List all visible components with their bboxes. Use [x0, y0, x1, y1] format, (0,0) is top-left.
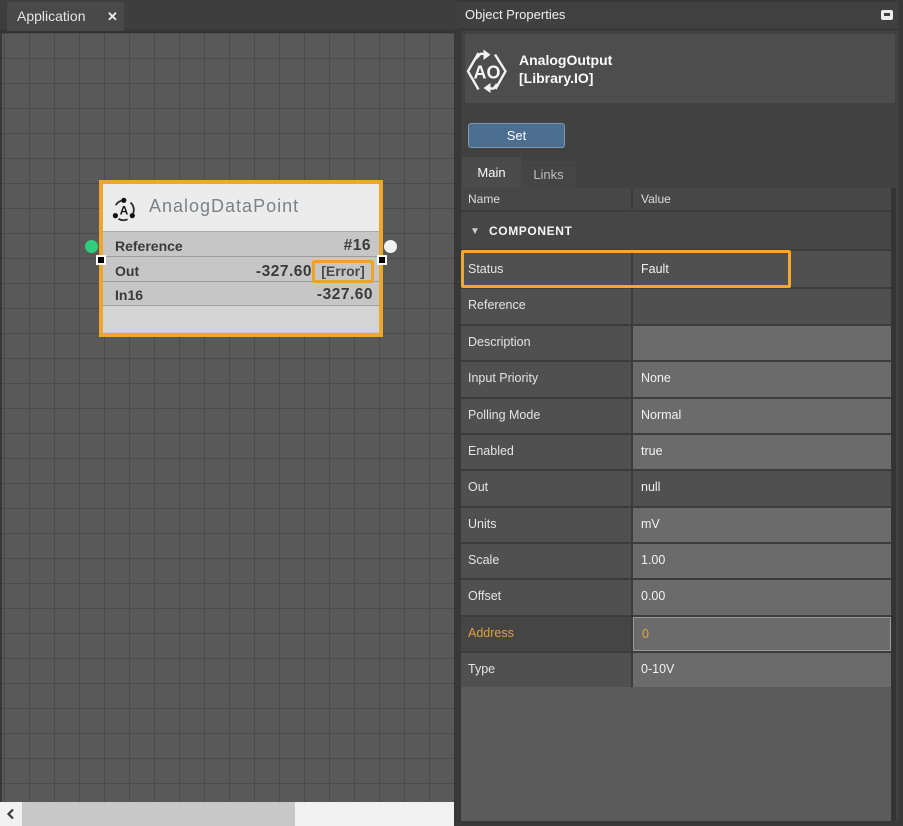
svg-text:AO: AO: [474, 63, 501, 83]
svg-text:A: A: [120, 203, 129, 217]
